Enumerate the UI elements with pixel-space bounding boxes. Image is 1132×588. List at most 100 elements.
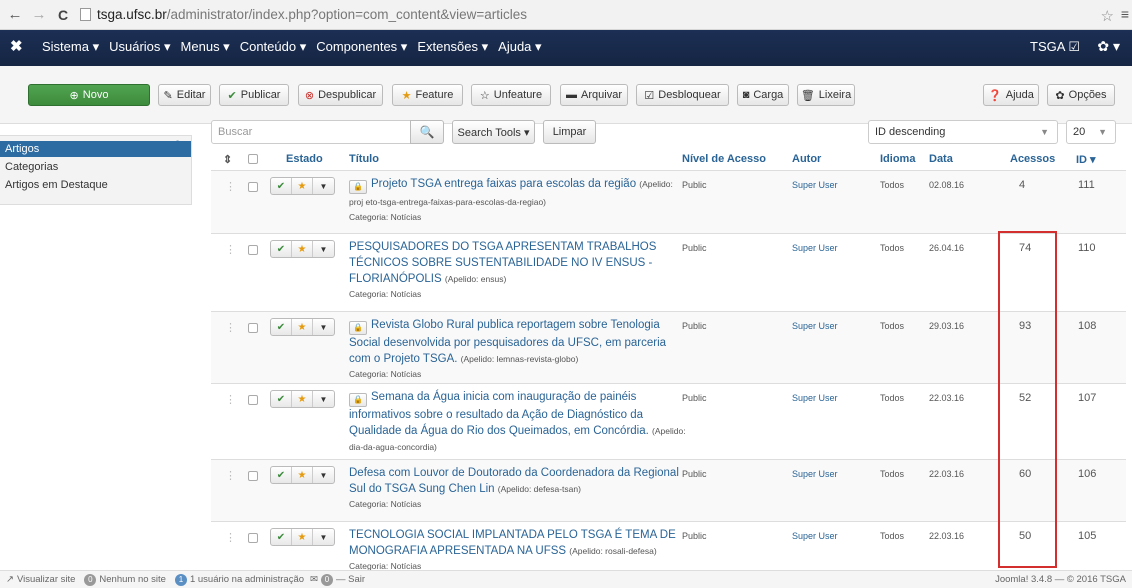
bookmark-star-icon[interactable]: ☆: [1101, 7, 1114, 25]
row-checkbox[interactable]: [248, 471, 258, 481]
menu-ajuda[interactable]: Ajuda ▾: [498, 39, 541, 55]
status-dropdown-caret-icon[interactable]: ▼: [313, 319, 334, 335]
status-dropdown-caret-icon[interactable]: ▼: [313, 391, 334, 407]
header-access[interactable]: Nível de Acesso: [682, 153, 766, 165]
menu-menus[interactable]: Menus ▾: [181, 39, 230, 55]
header-status[interactable]: Estado: [286, 153, 323, 165]
user-gear-menu[interactable]: ✿ ▾: [1097, 38, 1120, 55]
reload-icon[interactable]: C: [54, 6, 72, 24]
author-link[interactable]: Super User: [792, 393, 838, 403]
browser-toolbar: ← → C tsga.ufsc.br/administrator/index.p…: [0, 0, 1132, 30]
header-hits[interactable]: Acessos: [1010, 153, 1055, 165]
address-bar[interactable]: tsga.ufsc.br/administrator/index.php?opt…: [80, 4, 527, 26]
status-dropdown-caret-icon[interactable]: ▼: [313, 467, 334, 483]
help-button[interactable]: ❓ Ajuda: [983, 84, 1039, 106]
joomla-logo-icon[interactable]: ✖: [10, 37, 32, 55]
logout-link[interactable]: — Sair: [336, 574, 365, 585]
drag-handle-icon[interactable]: ⋮: [225, 243, 236, 256]
limit-select[interactable]: 20 ▼: [1066, 120, 1116, 144]
featured-star-icon[interactable]: ★: [292, 529, 313, 545]
article-title-link[interactable]: Projeto TSGA entrega faixas para escolas…: [371, 178, 636, 190]
header-title[interactable]: Título: [349, 153, 379, 165]
edit-button[interactable]: ✎ Editar: [158, 84, 211, 106]
status-dropdown-caret-icon[interactable]: ▼: [313, 241, 334, 257]
ordering-sort-icon[interactable]: ⇕: [223, 153, 232, 166]
author-link[interactable]: Super User: [792, 321, 838, 331]
published-check-icon[interactable]: ✔: [271, 391, 292, 407]
published-check-icon[interactable]: ✔: [271, 467, 292, 483]
header-author[interactable]: Autor: [792, 153, 821, 165]
unfeature-button-label: Unfeature: [493, 89, 543, 101]
sort-select[interactable]: ID descending ▼: [868, 120, 1058, 144]
drag-handle-icon[interactable]: ⋮: [225, 180, 236, 193]
status-dropdown-caret-icon[interactable]: ▼: [313, 178, 334, 194]
lock-icon[interactable]: 🔒: [349, 180, 367, 194]
author-link[interactable]: Super User: [792, 531, 838, 541]
published-check-icon[interactable]: ✔: [271, 241, 292, 257]
row-checkbox[interactable]: [248, 395, 258, 405]
date-cell: 22.03.16: [929, 469, 965, 479]
row-checkbox[interactable]: [248, 182, 258, 192]
menu-conteudo[interactable]: Conteúdo ▾: [240, 39, 307, 55]
published-check-icon[interactable]: ✔: [271, 319, 292, 335]
publish-button[interactable]: ✔ Publicar: [219, 84, 289, 106]
browser-menu-icon[interactable]: ≡: [1121, 6, 1129, 22]
clear-button[interactable]: Limpar: [543, 120, 596, 144]
sidebar-item-artigos[interactable]: Artigos: [0, 141, 191, 157]
article-title-link[interactable]: Semana da Água inicia com inauguração de…: [349, 391, 649, 437]
author-link[interactable]: Super User: [792, 180, 838, 190]
batch-button[interactable]: ◙ Carga: [737, 84, 789, 106]
unpublish-button[interactable]: ⊗ Despublicar: [298, 84, 383, 106]
menu-sistema[interactable]: Sistema ▾: [42, 39, 99, 55]
select-all-checkbox[interactable]: [248, 154, 258, 164]
menu-usuarios[interactable]: Usuários ▾: [109, 39, 170, 55]
access-cell: Public: [682, 180, 707, 190]
article-category: Categoria: Notícias: [349, 212, 422, 222]
row-checkbox[interactable]: [248, 245, 258, 255]
featured-star-icon[interactable]: ★: [292, 319, 313, 335]
published-check-icon[interactable]: ✔: [271, 529, 292, 545]
published-check-icon[interactable]: ✔: [271, 178, 292, 194]
new-button[interactable]: ⊕ Novo: [28, 84, 150, 106]
featured-star-icon[interactable]: ★: [292, 178, 313, 194]
admins-label: 1 usuário na administração: [189, 574, 305, 585]
header-date[interactable]: Data: [929, 153, 953, 165]
visitors-status: 0 Nenhum no site: [81, 573, 166, 586]
row-checkbox[interactable]: [248, 323, 258, 333]
options-button[interactable]: ✿ Opções: [1047, 84, 1115, 106]
search-input[interactable]: Buscar: [211, 120, 411, 144]
drag-handle-icon[interactable]: ⋮: [225, 469, 236, 482]
drag-handle-icon[interactable]: ⋮: [225, 531, 236, 544]
featured-star-icon[interactable]: ★: [292, 241, 313, 257]
menu-componentes[interactable]: Componentes ▾: [316, 39, 407, 55]
back-arrow-icon[interactable]: ←: [6, 6, 24, 24]
messages-status[interactable]: ✉ 0 — Sair: [310, 573, 365, 586]
sidebar-item-categorias[interactable]: Categorias: [0, 159, 191, 175]
drag-handle-icon[interactable]: ⋮: [225, 393, 236, 406]
menu-extensoes[interactable]: Extensões ▾: [417, 39, 488, 55]
featured-star-icon[interactable]: ★: [292, 467, 313, 483]
drag-handle-icon[interactable]: ⋮: [225, 321, 236, 334]
view-site-link[interactable]: ↗ Visualizar site: [6, 574, 75, 585]
unfeature-button[interactable]: ☆ Unfeature: [471, 84, 551, 106]
row-checkbox[interactable]: [248, 533, 258, 543]
author-link[interactable]: Super User: [792, 243, 838, 253]
sidebar-item-destaque[interactable]: Artigos em Destaque: [0, 177, 191, 193]
search-button[interactable]: 🔍: [410, 120, 444, 144]
lock-icon[interactable]: 🔒: [349, 393, 367, 407]
hits-cell: 4: [1019, 179, 1026, 191]
forward-arrow-icon[interactable]: →: [30, 6, 48, 24]
search-tools-button[interactable]: Search Tools ▾: [452, 120, 535, 144]
id-cell: 108: [1078, 320, 1097, 332]
checkin-button[interactable]: ☑ Desbloquear: [636, 84, 729, 106]
archive-button[interactable]: ▬ Arquivar: [560, 84, 628, 106]
featured-star-icon[interactable]: ★: [292, 391, 313, 407]
lock-icon[interactable]: 🔒: [349, 321, 367, 335]
status-dropdown-caret-icon[interactable]: ▼: [313, 529, 334, 545]
site-link[interactable]: TSGA ☑: [1030, 39, 1080, 55]
header-id[interactable]: ID ▾: [1076, 153, 1096, 166]
feature-button[interactable]: ★ Feature: [392, 84, 463, 106]
header-language[interactable]: Idioma: [880, 153, 915, 165]
author-link[interactable]: Super User: [792, 469, 838, 479]
trash-button[interactable]: 🗑 Lixeira: [797, 84, 855, 106]
